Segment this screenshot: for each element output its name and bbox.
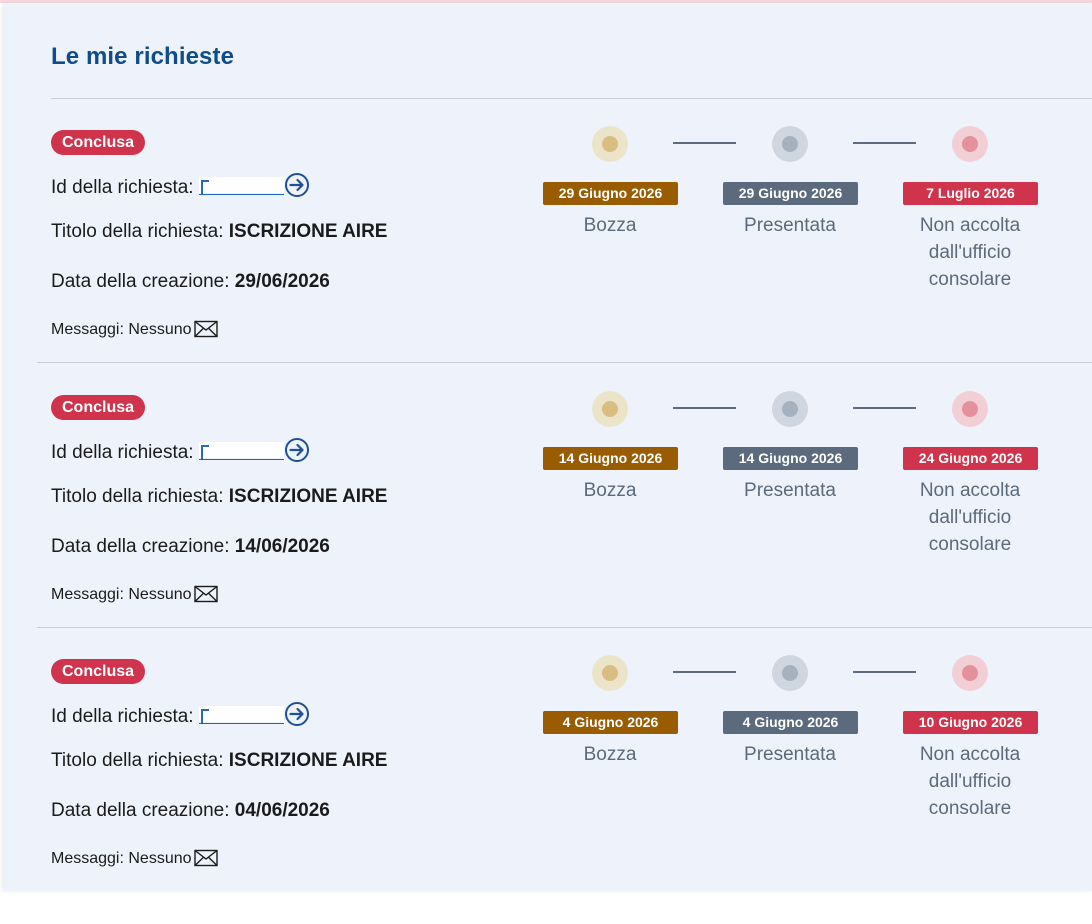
request-id-link[interactable]: [198, 177, 284, 195]
redacted-id: [198, 706, 284, 723]
request-title-row: Titolo della richiesta: ISCRIZIONE AIRE: [51, 750, 387, 772]
step-date-badge: 14 Giugno 2026: [723, 447, 858, 470]
step-label: Presentata: [744, 744, 836, 765]
timeline-connector: [853, 671, 916, 673]
created-date-row: Data della creazione: 04/06/2026: [51, 800, 330, 822]
messages-value: Nessuno: [128, 850, 192, 867]
step-label: Non accolta dall'ufficio consolare: [919, 480, 1021, 555]
arrow-right-circle-icon[interactable]: [284, 701, 310, 733]
step-date-badge: 29 Giugno 2026: [543, 182, 678, 205]
step-date-badge: 10 Giugno 2026: [903, 711, 1038, 734]
created-date-value: 04/06/2026: [234, 800, 330, 821]
step-dot: [592, 126, 628, 162]
request-id-row: Id della richiesta:: [51, 437, 310, 469]
step-label: Non accolta dall'ufficio consolare: [919, 215, 1021, 290]
step-label: Non accolta dall'ufficio consolare: [919, 744, 1021, 819]
request-id-link[interactable]: [198, 442, 284, 460]
step-label: Presentata: [744, 480, 836, 501]
step-label: Bozza: [583, 480, 637, 501]
request-id-label: Id della richiesta:: [51, 177, 194, 198]
step-date-badge: 4 Giugno 2026: [723, 711, 858, 734]
step-label: Presentata: [744, 215, 836, 236]
envelope-icon[interactable]: [193, 585, 218, 608]
created-date-label: Data della creazione:: [51, 271, 230, 292]
request-title-label: Titolo della richiesta:: [51, 750, 224, 771]
page-title: Le mie richieste: [51, 43, 235, 70]
step-dot: [592, 655, 628, 691]
timeline-connector: [673, 671, 736, 673]
step-date-badge: 4 Giugno 2026: [543, 711, 678, 734]
request-title-label: Titolo della richiesta:: [51, 486, 224, 507]
messages-value: Nessuno: [128, 321, 192, 338]
request-card: Conclusa Id della richiesta: Titolo dell…: [0, 655, 1092, 924]
step-date-badge: 7 Luglio 2026: [903, 182, 1038, 205]
step-dot: [592, 391, 628, 427]
request-card: Conclusa Id della richiesta: Titolo dell…: [0, 391, 1092, 660]
request-id-row: Id della richiesta:: [51, 172, 310, 204]
messages-value: Nessuno: [128, 586, 192, 603]
timeline-connector: [853, 142, 916, 144]
messages-label: Messaggi:: [51, 321, 124, 338]
envelope-icon[interactable]: [193, 849, 218, 872]
request-id-label: Id della richiesta:: [51, 442, 194, 463]
step-date-badge: 29 Giugno 2026: [723, 182, 858, 205]
messages-label: Messaggi:: [51, 586, 124, 603]
status-badge: Conclusa: [51, 130, 146, 155]
created-date-value: 14/06/2026: [234, 536, 330, 557]
status-badge: Conclusa: [51, 659, 146, 684]
envelope-icon[interactable]: [193, 320, 218, 343]
status-badge: Conclusa: [51, 395, 146, 420]
request-id-row: Id della richiesta:: [51, 701, 310, 733]
arrow-right-circle-icon[interactable]: [284, 172, 310, 204]
request-divider: [37, 362, 1092, 363]
step-date-badge: 14 Giugno 2026: [543, 447, 678, 470]
step-dot: [952, 391, 988, 427]
redacted-id: [198, 442, 284, 459]
request-id-link[interactable]: [198, 706, 284, 724]
created-date-row: Data della creazione: 14/06/2026: [51, 536, 330, 558]
redacted-id: [198, 177, 284, 194]
request-card: Conclusa Id della richiesta: Titolo dell…: [0, 126, 1092, 395]
messages-row: Messaggi: Nessuno: [51, 320, 218, 343]
timeline-connector: [673, 407, 736, 409]
request-title-value: ISCRIZIONE AIRE: [228, 221, 388, 242]
title-divider: [51, 98, 1092, 99]
step-label: Bozza: [583, 215, 637, 236]
arrow-right-circle-icon[interactable]: [284, 437, 310, 469]
request-title-value: ISCRIZIONE AIRE: [228, 486, 388, 507]
step-date-badge: 24 Giugno 2026: [903, 447, 1038, 470]
created-date-row: Data della creazione: 29/06/2026: [51, 271, 330, 293]
step-dot: [772, 126, 808, 162]
messages-row: Messaggi: Nessuno: [51, 585, 218, 608]
step-label: Bozza: [583, 744, 637, 765]
request-title-row: Titolo della richiesta: ISCRIZIONE AIRE: [51, 221, 387, 243]
request-title-row: Titolo della richiesta: ISCRIZIONE AIRE: [51, 486, 387, 508]
request-divider: [37, 627, 1092, 628]
messages-label: Messaggi:: [51, 850, 124, 867]
messages-row: Messaggi: Nessuno: [51, 849, 218, 872]
created-date-label: Data della creazione:: [51, 536, 230, 557]
step-dot: [772, 655, 808, 691]
step-dot: [952, 655, 988, 691]
request-title-value: ISCRIZIONE AIRE: [228, 750, 388, 771]
step-dot: [772, 391, 808, 427]
timeline-connector: [673, 142, 736, 144]
request-title-label: Titolo della richiesta:: [51, 221, 224, 242]
created-date-value: 29/06/2026: [234, 271, 330, 292]
timeline-connector: [853, 407, 916, 409]
created-date-label: Data della creazione:: [51, 800, 230, 821]
request-id-label: Id della richiesta:: [51, 706, 194, 727]
step-dot: [952, 126, 988, 162]
